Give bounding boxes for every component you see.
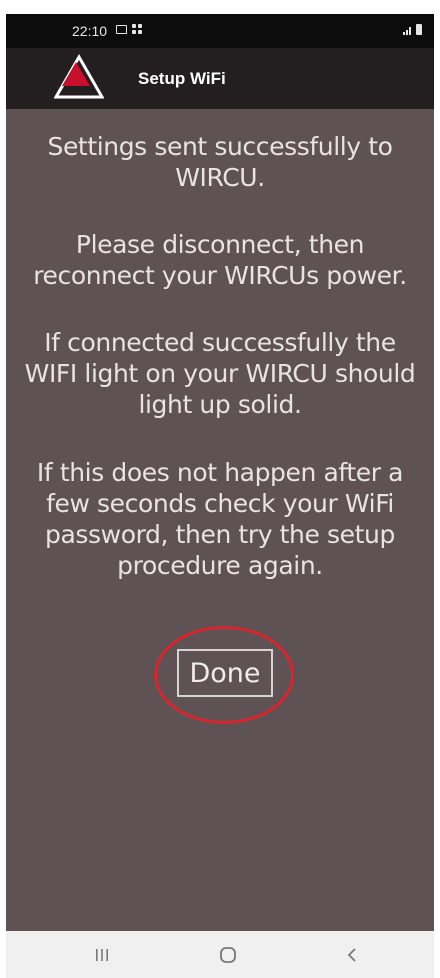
signal-icon	[403, 27, 411, 35]
wifi-light-instruction: If connected successfully the WIFI light…	[24, 328, 416, 419]
setup-result-panel: Settings sent successfully to WIRCU. Ple…	[6, 109, 434, 931]
phone-screen: 22:10 Setup WiFi Settings sent successfu…	[6, 0, 434, 978]
system-status-icons	[403, 24, 422, 35]
home-button[interactable]	[208, 941, 248, 969]
troubleshoot-instruction: If this does not happen after a few seco…	[36, 458, 404, 580]
status-time: 22:10	[72, 23, 108, 39]
app-bar: Setup WiFi	[6, 48, 434, 109]
page-title: Setup WiFi	[138, 69, 226, 88]
recent-apps-button[interactable]	[82, 941, 122, 969]
system-nav-bar	[6, 931, 434, 978]
gallery-notification-icon	[116, 24, 127, 34]
done-button[interactable]: Done	[177, 649, 273, 697]
back-button[interactable]	[332, 941, 372, 969]
back-icon	[347, 948, 356, 962]
success-message: Settings sent successfully to WIRCU.	[47, 132, 393, 192]
notification-icons	[116, 24, 142, 34]
battery-icon	[416, 24, 422, 35]
red-triangle-logo-icon	[54, 54, 104, 99]
app-grid-notification-icon	[132, 24, 142, 34]
home-icon	[220, 947, 236, 963]
recent-apps-icon	[96, 949, 108, 961]
disconnect-instruction: Please disconnect, then reconnect your W…	[33, 230, 407, 290]
status-bar: 22:10	[6, 14, 434, 48]
